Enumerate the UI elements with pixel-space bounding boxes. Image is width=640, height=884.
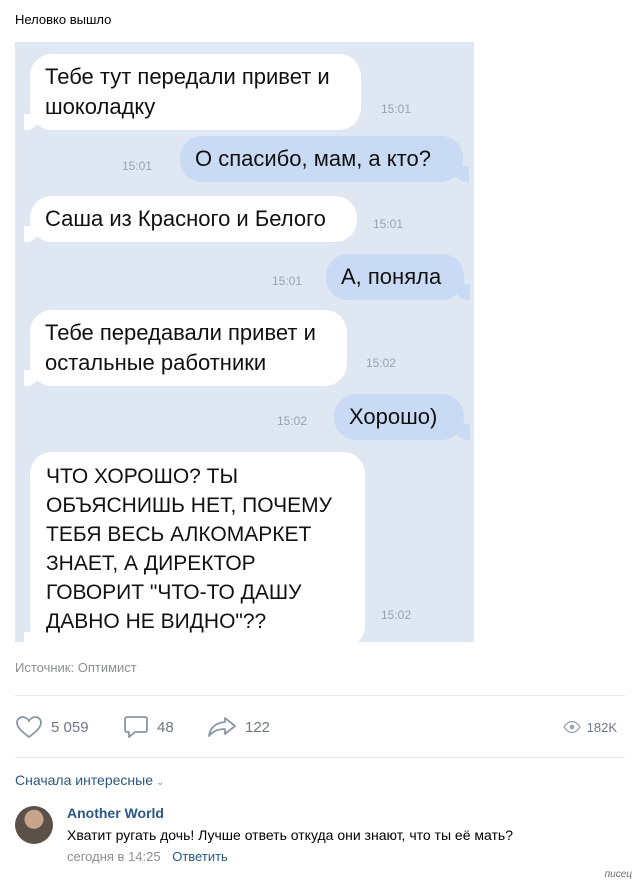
sort-label: Сначала интересные — [15, 772, 153, 788]
message-time: 15:01 — [373, 217, 404, 231]
comment-time[interactable]: сегодня в 14:25 — [67, 849, 161, 864]
message-time: 15:01 — [272, 274, 303, 288]
message-time: 15:02 — [277, 414, 308, 428]
message-incoming: Тебе тут передали привет и шоколадку — [24, 54, 361, 130]
chevron-down-icon: ⌄ — [156, 777, 165, 788]
message-outgoing: Хорошо) — [334, 394, 470, 440]
views-count: 182K — [586, 719, 617, 735]
message-time: 15:02 — [366, 356, 397, 370]
share-icon — [207, 715, 237, 739]
post-source: Источник: Оптимист — [15, 660, 137, 675]
comment-count: 48 — [157, 718, 174, 736]
message-incoming: Тебе передавали привет и остальные работ… — [24, 310, 347, 386]
comments-sort-dropdown[interactable]: Сначала интересные ⌄ — [15, 772, 164, 788]
comment-text: Хватит ругать дочь! Лучше ответь откуда … — [67, 827, 513, 843]
message-time: 15:02 — [381, 608, 412, 622]
share-button[interactable]: 122 — [207, 712, 270, 742]
message-outgoing: А, поняла — [326, 254, 470, 300]
heart-icon — [15, 715, 43, 739]
divider — [15, 695, 625, 696]
message-text: Хорошо) — [349, 404, 438, 429]
comment: Another World Хватит ругать дочь! Лучше … — [15, 800, 625, 870]
post-actions: 5 059 48 122 182K — [15, 712, 625, 742]
chat-screenshot: Тебе тут передали привет и шоколадку 15:… — [15, 42, 474, 648]
views-counter: 182K — [562, 712, 617, 742]
message-text: Тебе передавали привет и остальные работ… — [45, 320, 316, 375]
message-time: 15:01 — [122, 159, 153, 173]
comment-icon — [123, 714, 149, 740]
message-time: 15:01 — [381, 102, 412, 116]
message-incoming: Саша из Красного и Белого — [24, 196, 357, 242]
like-button[interactable]: 5 059 — [15, 712, 89, 742]
comment-author[interactable]: Another World — [67, 805, 164, 821]
watermark: писец — [604, 869, 632, 880]
message-outgoing: О спасибо, мам, а кто? — [180, 136, 469, 182]
message-text: О спасибо, мам, а кто? — [195, 146, 431, 171]
message-incoming: ЧТО ХОРОШО? ТЫ ОБЪЯСНИШЬ НЕТ, ПОЧЕМУ ТЕБ… — [24, 452, 365, 648]
avatar[interactable] — [15, 806, 53, 844]
comment-meta: сегодня в 14:25 Ответить — [67, 849, 228, 864]
share-count: 122 — [245, 718, 271, 736]
like-count: 5 059 — [51, 718, 89, 736]
divider — [15, 757, 625, 758]
message-text: Тебе тут передали привет и шоколадку — [45, 64, 330, 119]
eye-icon — [562, 720, 581, 734]
reply-button[interactable]: Ответить — [172, 849, 228, 864]
message-text: А, поняла — [341, 264, 442, 289]
comment-button[interactable]: 48 — [123, 712, 174, 742]
message-text: Саша из Красного и Белого — [45, 206, 326, 231]
message-text: ЧТО ХОРОШО? ТЫ ОБЪЯСНИШЬ НЕТ, ПОЧЕМУ ТЕБ… — [46, 465, 332, 633]
post-title: Неловко вышло — [15, 12, 112, 27]
